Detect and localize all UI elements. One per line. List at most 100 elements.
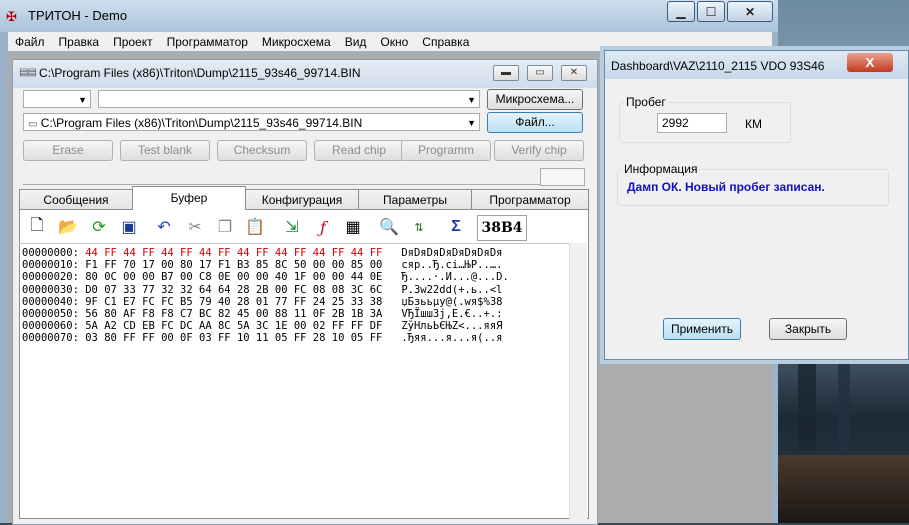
dump-child-window: ▤▤ C:\Program Files (x86)\Triton\Dump\21… <box>12 59 598 525</box>
child-minimize-button[interactable]: ▬ <box>493 65 519 81</box>
search-icon[interactable]: 🔍 <box>377 215 401 239</box>
binary-swap-icon[interactable]: ⇅ <box>407 215 431 239</box>
hex-row: 00000010: F1 FF 70 17 00 80 17 F1 B3 85 … <box>22 259 569 271</box>
close-icon: ✕ <box>569 67 579 78</box>
save-icon[interactable]: ▣ <box>117 215 141 239</box>
hex-bytes: 80 0C 00 00 B7 00 C8 0E 00 00 40 1F 00 0… <box>85 271 383 284</box>
hex-bytes: 44 FF 44 FF 44 FF 44 FF 44 FF 44 FF 44 F… <box>85 247 383 259</box>
child-close-button[interactable]: ✕ <box>561 65 587 81</box>
hex-scrollbar[interactable] <box>569 243 587 519</box>
hex-bytes: D0 07 33 77 32 32 64 64 28 2B 00 FC 08 0… <box>85 283 383 296</box>
menu-edit[interactable]: Правка <box>52 35 107 49</box>
new-icon[interactable]: 🗋 <box>25 215 49 239</box>
verify-chip-button[interactable]: Verify chip <box>494 140 584 161</box>
calculator-icon[interactable]: ▦ <box>341 215 365 239</box>
refresh-icon[interactable]: ⟳ <box>87 215 111 239</box>
maximize-icon: ☐ <box>705 4 717 19</box>
close-icon: X <box>865 55 875 70</box>
chevron-down-icon: ▼ <box>78 95 87 105</box>
close-icon: ✕ <box>744 4 756 19</box>
window-border-left <box>0 32 8 523</box>
undo-icon[interactable]: ↶ <box>152 215 176 239</box>
test-blank-button[interactable]: Test blank <box>120 140 210 161</box>
programm-button[interactable]: Programm <box>401 140 491 161</box>
hex-bytes: 5A A2 CD EB FC DC AA 8C 5A 3C 1E 00 02 F… <box>85 320 383 333</box>
hex-address: 00000020: <box>22 271 79 284</box>
window-title: ТРИТОН - Demo <box>28 8 128 23</box>
dialog-titlebar[interactable]: Dashboard\VAZ\2110_2115 VDO 93S46 X <box>605 51 908 79</box>
main-titlebar[interactable]: ✠ ТРИТОН - Demo ▁ ☐ ✕ <box>0 0 778 32</box>
menu-programmer[interactable]: Программатор <box>160 35 255 49</box>
hex-view[interactable]: 00000000: 44 FF 44 FF 44 FF 44 FF 44 FF … <box>19 243 569 519</box>
hex-row: 00000020: 80 0C 00 00 B7 00 C8 0E 00 00 … <box>22 271 569 283</box>
hex-ascii: џБзььµy@(.wя$%38 <box>401 295 503 308</box>
mileage-legend: Пробег <box>626 95 666 109</box>
triton-app-icon: ✠ <box>6 9 17 24</box>
tab-programmer[interactable]: Программатор <box>471 189 589 209</box>
apply-button[interactable]: Применить <box>663 318 741 340</box>
checksum-value: 38B4 <box>477 215 527 241</box>
function-icon[interactable]: ƒ <box>311 215 335 239</box>
chip-select[interactable]: ▼ <box>98 90 480 108</box>
hex-ascii: ZўНльЬЄЊZ<...яяЯ <box>401 320 503 333</box>
menu-view[interactable]: Вид <box>338 35 374 49</box>
child-restore-button[interactable]: ▭ <box>527 65 553 81</box>
dialog-cancel-button[interactable]: Закрыть <box>769 318 847 340</box>
document-icon: ▤▤ <box>19 67 37 78</box>
sigma-icon[interactable]: Σ <box>444 215 468 239</box>
dialog-close-button[interactable]: X <box>847 53 893 72</box>
tab-parameters[interactable]: Параметры <box>358 189 472 209</box>
document-icon: ▭ <box>28 119 38 130</box>
programmer-select[interactable]: ▼ <box>23 90 91 108</box>
hex-row: 00000050: 56 80 AF F8 F8 C7 BC 82 45 00 … <box>22 308 569 320</box>
mileage-dialog: Dashboard\VAZ\2110_2115 VDO 93S46 X Проб… <box>604 50 909 360</box>
checksum-button[interactable]: Checksum <box>217 140 307 161</box>
menu-bar: Файл Правка Проект Программатор Микросхе… <box>8 32 772 51</box>
tab-configuration[interactable]: Конфигурация <box>245 189 359 209</box>
mileage-input[interactable]: 2992 <box>657 113 727 133</box>
mileage-unit: КМ <box>745 117 762 131</box>
hex-address: 00000070: <box>22 332 79 345</box>
open-folder-icon[interactable]: 📂 <box>56 215 80 239</box>
close-button[interactable]: ✕ <box>727 1 773 22</box>
cut-icon[interactable]: ✂ <box>183 215 207 239</box>
progress-indicator <box>540 168 585 186</box>
file-path-value: C:\Program Files (x86)\Triton\Dump\2115_… <box>40 116 363 130</box>
hex-ascii: Ђ....·.И...@...D. <box>401 271 509 284</box>
copy-icon[interactable]: ❐ <box>213 215 237 239</box>
hex-row: 00000060: 5A A2 CD EB FC DC AA 8C 5A 3C … <box>22 320 569 332</box>
chip-button[interactable]: Микросхема... <box>487 89 583 110</box>
tab-buffer[interactable]: Буфер <box>132 186 246 210</box>
erase-button[interactable]: Erase <box>23 140 113 161</box>
hex-row: 00000000: 44 FF 44 FF 44 FF 44 FF 44 FF … <box>22 247 569 259</box>
menu-file[interactable]: Файл <box>8 35 52 49</box>
info-message: Дамп ОК. Новый пробег записан. <box>627 180 825 194</box>
hex-address: 00000060: <box>22 320 79 333</box>
restore-icon: ▭ <box>535 67 545 78</box>
menu-chip[interactable]: Микросхема <box>255 35 338 49</box>
menu-project[interactable]: Проект <box>106 35 160 49</box>
hex-ascii: VЂЇшшЗј‚E.€..+.: <box>401 307 503 320</box>
minimize-icon: ▬ <box>501 67 511 78</box>
hex-bytes: 03 80 FF FF 00 0F 03 FF 10 11 05 FF 28 1… <box>85 332 383 345</box>
hex-bytes: F1 FF 70 17 00 80 17 F1 B3 85 8C 50 00 0… <box>85 259 383 272</box>
hex-address: 00000010: <box>22 259 79 272</box>
child-title: C:\Program Files (x86)\Triton\Dump\2115_… <box>39 66 361 80</box>
read-chip-button[interactable]: Read chip <box>314 140 404 161</box>
hex-address: 00000000: <box>22 247 79 259</box>
tab-messages[interactable]: Сообщения <box>19 189 133 209</box>
chevron-down-icon: ▼ <box>467 95 476 105</box>
dialog-title: Dashboard\VAZ\2110_2115 VDO 93S46 <box>611 59 825 73</box>
hex-ascii: .Ђяя...я...я(..я <box>401 332 503 345</box>
file-path-select[interactable]: ▭ C:\Program Files (x86)\Triton\Dump\211… <box>23 113 480 131</box>
child-titlebar[interactable]: ▤▤ C:\Program Files (x86)\Triton\Dump\21… <box>13 60 597 88</box>
file-button[interactable]: Файл... <box>487 112 583 133</box>
minimize-button[interactable]: ▁ <box>667 1 695 22</box>
maximize-button[interactable]: ☐ <box>697 1 725 22</box>
menu-window[interactable]: Окно <box>373 35 415 49</box>
hex-address: 00000030: <box>22 283 79 296</box>
hex-ascii: Р.3w22dd(+.ь..<l <box>401 283 503 296</box>
paste-icon[interactable]: 📋 <box>243 215 267 239</box>
menu-help[interactable]: Справка <box>415 35 476 49</box>
import-icon[interactable]: ⇲ <box>280 215 304 239</box>
